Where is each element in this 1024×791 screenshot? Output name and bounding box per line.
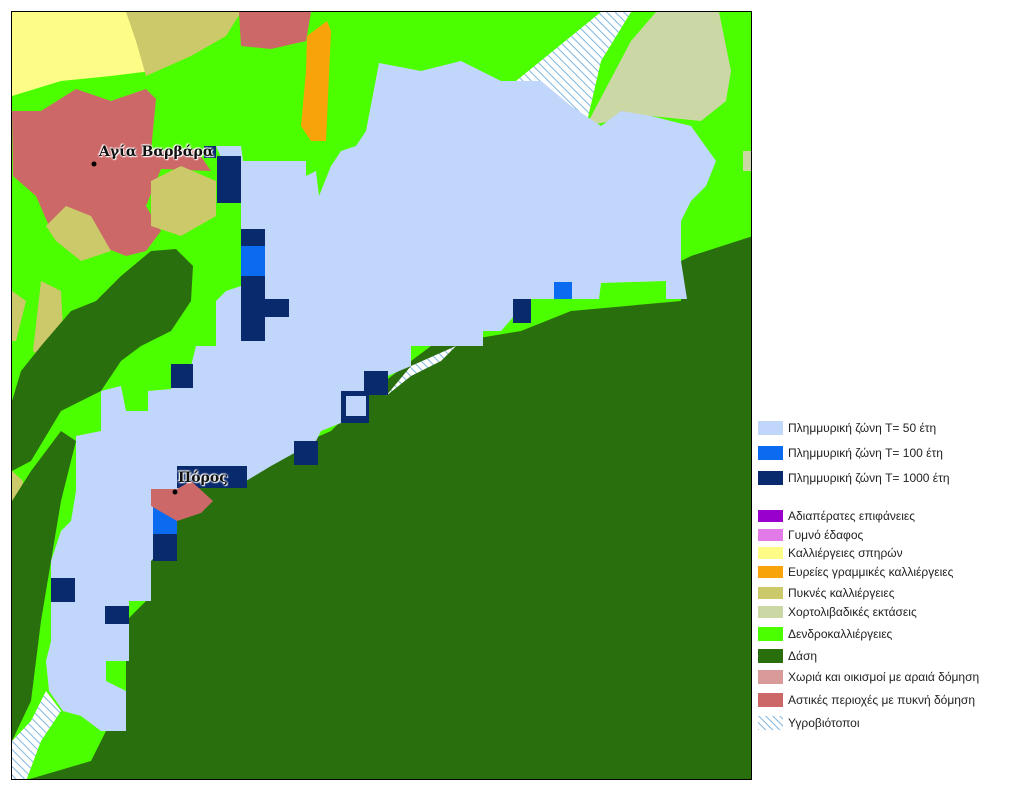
legend-swatch	[758, 606, 783, 618]
legend-label: Καλλιέργειες σπηρών	[788, 546, 903, 560]
legend-label: Αδιαπέρατες επιφάνειες	[788, 509, 916, 523]
map-frame[interactable]: Αγία Βαρβάρα Πόρος	[11, 11, 752, 780]
place-label-agia-varvara: Αγία Βαρβάρα	[99, 144, 214, 160]
legend-label: Υγροβιότοποι	[788, 716, 860, 730]
legend-item-flood-50: Πλημμυρική ζώνη T= 50 έτη	[758, 420, 936, 436]
legend-item-dense-crops: Πυκνές καλλιέργειες	[758, 585, 894, 601]
legend-label: Πλημμυρική ζώνη T= 100 έτη	[788, 446, 943, 460]
legend-item-sparse-villages: Χωριά και οικισμοί με αραιά δόμηση	[758, 669, 979, 685]
legend-item-impervious: Αδιαπέρατες επιφάνειες	[758, 508, 915, 524]
legend-item-tree-crops: Δενδροκαλλιέργειες	[758, 626, 892, 642]
legend-swatch	[758, 529, 783, 541]
legend-item-flood-100: Πλημμυρική ζώνη T= 100 έτη	[758, 445, 943, 461]
legend-item-grassland: Χορτολιβαδικές εκτάσεις	[758, 604, 917, 620]
legend-swatch	[758, 510, 783, 522]
legend-swatch	[758, 693, 783, 707]
legend-swatch	[758, 627, 783, 641]
legend-swatch	[758, 547, 783, 559]
legend-item-flood-1000: Πλημμυρική ζώνη T= 1000 έτη	[758, 470, 950, 486]
flood-zone-50-patch	[346, 396, 366, 416]
place-label-poros: Πόρος	[178, 470, 228, 486]
legend-label: Πλημμυρική ζώνη T= 50 έτη	[788, 421, 937, 435]
legend-label: Ευρείες γραμμικές καλλιέργειες	[788, 565, 954, 579]
legend-item-wetlands: Υγροβιότοποι	[758, 715, 860, 731]
legend-item-bare-soil: Γυμνό έδαφος	[758, 527, 863, 543]
legend-item-spring-crops: Καλλιέργειες σπηρών	[758, 545, 903, 561]
legend-label: Αστικές περιοχές με πυκνή δόμηση	[788, 693, 975, 707]
legend-item-forest: Δάση	[758, 648, 817, 664]
legend-swatch-hatch	[758, 716, 783, 730]
legend-swatch	[758, 566, 783, 578]
place-marker-poros	[172, 489, 178, 495]
legend-swatch	[758, 649, 783, 663]
legend-swatch	[758, 670, 783, 684]
legend-label: Πλημμυρική ζώνη T= 1000 έτη	[788, 471, 950, 485]
legend-swatch	[758, 446, 783, 460]
legend-label: Δάση	[788, 649, 818, 663]
land-use-map	[12, 12, 751, 779]
tree-crops-right-edge	[743, 151, 751, 171]
legend-swatch	[758, 421, 783, 435]
legend-label: Γυμνό έδαφος	[788, 528, 864, 542]
legend-label: Δενδροκαλλιέργειες	[788, 627, 893, 641]
legend-item-dense-urban: Αστικές περιοχές με πυκνή δόμηση	[758, 692, 975, 708]
legend-label: Πυκνές καλλιέργειες	[788, 586, 895, 600]
legend-item-wide-linear-crops: Ευρείες γραμμικές καλλιέργειες	[758, 564, 953, 580]
place-marker-agia-varvara	[91, 161, 97, 167]
legend-label: Χωριά και οικισμοί με αραιά δόμηση	[788, 670, 980, 684]
legend-swatch	[758, 587, 783, 599]
legend-label: Χορτολιβαδικές εκτάσεις	[788, 605, 917, 619]
legend-swatch	[758, 471, 783, 485]
